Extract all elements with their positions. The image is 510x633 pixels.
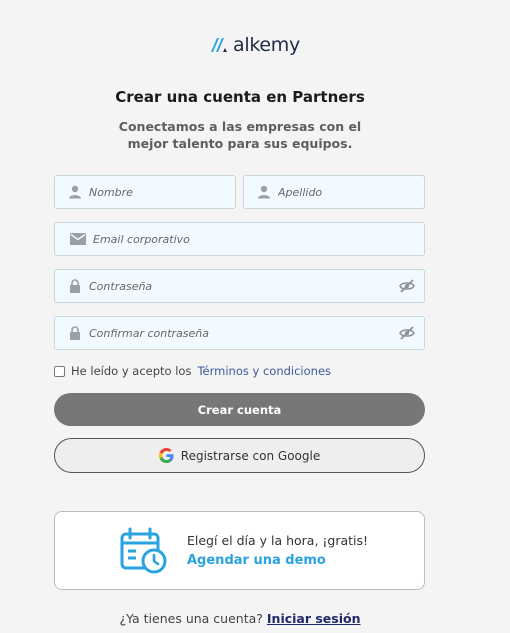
confirm-password-field[interactable] [54, 316, 425, 350]
mail-icon [69, 231, 87, 247]
first-name-field[interactable] [54, 175, 236, 209]
lock-icon [67, 325, 83, 341]
user-icon [67, 184, 83, 200]
subtitle-line-2: mejor talento para sus equipos. [127, 136, 353, 151]
login-prompt: ¿Ya tienes una cuenta? Iniciar sesión [0, 611, 480, 626]
terms-checkbox[interactable] [54, 365, 65, 377]
create-account-button[interactable]: Crear cuenta [54, 393, 425, 426]
password-field[interactable] [54, 269, 425, 303]
terms-row: He leído y acepto los Términos y condici… [54, 364, 331, 378]
google-signup-button[interactable]: Registrarse con Google [54, 438, 425, 473]
email-input[interactable] [93, 223, 424, 255]
google-button-label: Registrarse con Google [180, 448, 321, 463]
google-icon [158, 448, 174, 463]
page-title: Crear una cuenta en Partners [115, 88, 365, 106]
email-field[interactable] [54, 222, 425, 256]
brand-name: alkemy [233, 34, 300, 56]
lock-icon [67, 278, 83, 294]
user-icon [256, 184, 272, 200]
eye-off-icon[interactable] [398, 277, 416, 295]
brand-logo: alkemy [0, 34, 510, 56]
last-name-input[interactable] [278, 176, 424, 208]
terms-text: He leído y acepto los [71, 364, 192, 378]
demo-card: Elegí el día y la hora, ¡gratis! Agendar… [54, 511, 425, 590]
schedule-demo-link[interactable]: Agendar una demo [187, 553, 368, 568]
eye-off-icon[interactable] [398, 324, 416, 342]
terms-link[interactable]: Términos y condiciones [197, 364, 331, 378]
demo-tagline: Elegí el día y la hora, ¡gratis! [187, 533, 369, 548]
last-name-field[interactable] [243, 175, 425, 209]
alkemy-logo-icon [211, 38, 228, 52]
page-subtitle: Conectamos a las empresas con el mejor t… [0, 118, 480, 152]
confirm-password-input[interactable] [89, 317, 398, 349]
password-input[interactable] [89, 270, 398, 302]
demo-text: Elegí el día y la hora, ¡gratis! Agendar… [187, 533, 368, 568]
login-question: ¿Ya tienes una cuenta? [119, 611, 263, 626]
calendar-clock-icon [120, 527, 167, 573]
first-name-input[interactable] [89, 176, 235, 208]
login-link[interactable]: Iniciar sesión [267, 611, 361, 626]
subtitle-line-1: Conectamos a las empresas con el [118, 119, 362, 134]
